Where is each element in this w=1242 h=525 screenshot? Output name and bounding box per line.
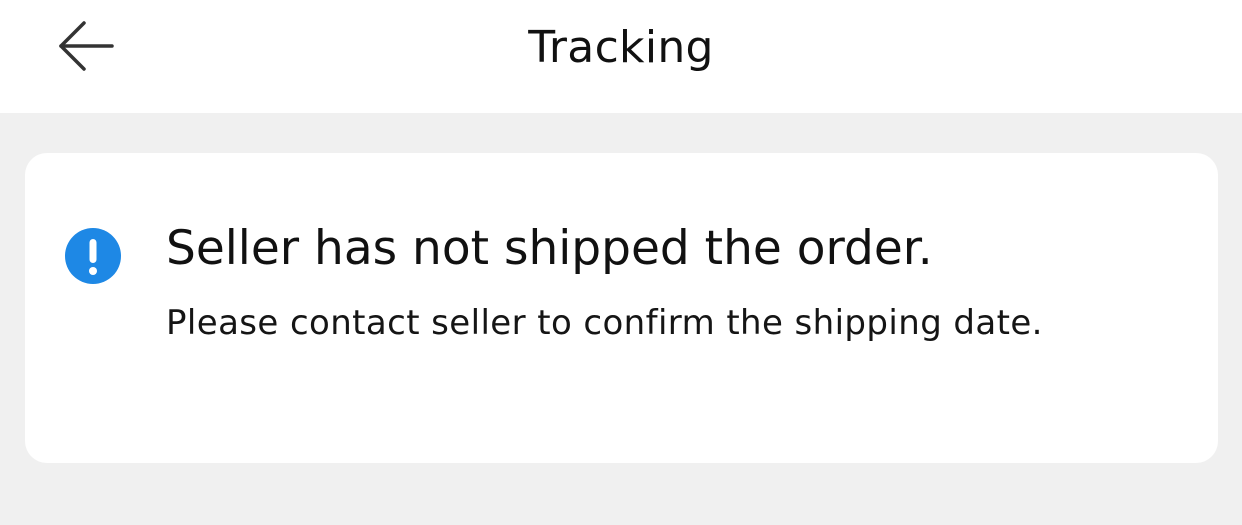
top-navigation-bar: Tracking xyxy=(0,0,1242,113)
exclamation-circle-icon xyxy=(64,227,122,285)
page-title: Tracking xyxy=(528,22,714,73)
shipping-status-card: Seller has not shipped the order. Please… xyxy=(25,153,1218,463)
status-message: Please contact seller to confirm the shi… xyxy=(166,303,1043,343)
main-content: Seller has not shipped the order. Please… xyxy=(0,113,1242,525)
status-title: Seller has not shipped the order. xyxy=(166,221,933,276)
